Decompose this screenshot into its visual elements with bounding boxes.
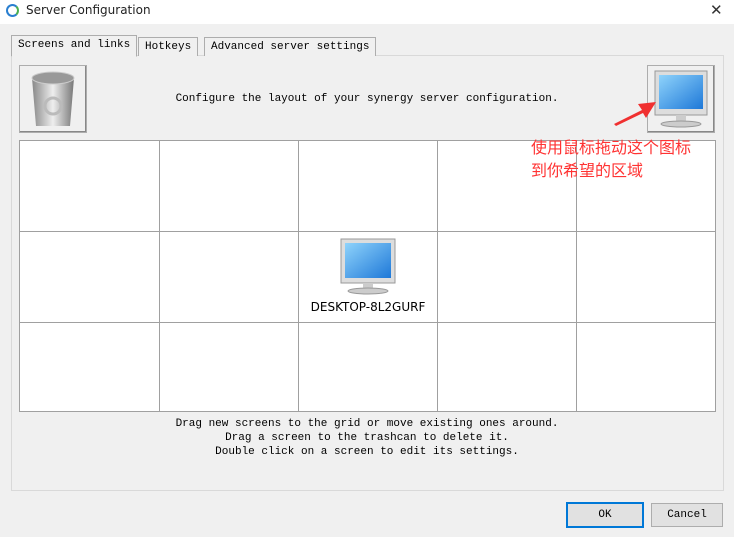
window-title: Server Configuration — [26, 3, 151, 17]
ok-button[interactable]: OK — [566, 502, 644, 528]
app-icon — [6, 4, 19, 17]
help-text: Double click on a screen to edit its set… — [215, 446, 519, 458]
annotation-line: 使用鼠标拖动这个图标 — [531, 138, 692, 157]
monitor-icon — [340, 238, 396, 295]
close-icon[interactable]: ✕ — [710, 1, 723, 19]
help-text: Drag new screens to the grid or move exi… — [175, 418, 559, 430]
screen-name: DESKTOP-8L2GURF — [310, 300, 426, 314]
annotation-arrow-icon — [614, 102, 656, 126]
annotation-text: 使用鼠标拖动这个图标 到你希望的区域 — [531, 136, 731, 182]
tab-hotkeys[interactable]: Hotkeys — [138, 37, 199, 56]
help-text: Drag a screen to the trashcan to delete … — [225, 432, 509, 444]
cancel-button[interactable]: Cancel — [651, 503, 723, 527]
annotation-line: 到你希望的区域 — [531, 161, 644, 180]
tab-screens-and-links[interactable]: Screens and links — [11, 35, 138, 57]
screen-item[interactable]: DESKTOP-8L2GURF — [299, 232, 437, 322]
tab-advanced-server-settings[interactable]: Advanced server settings — [204, 37, 377, 56]
